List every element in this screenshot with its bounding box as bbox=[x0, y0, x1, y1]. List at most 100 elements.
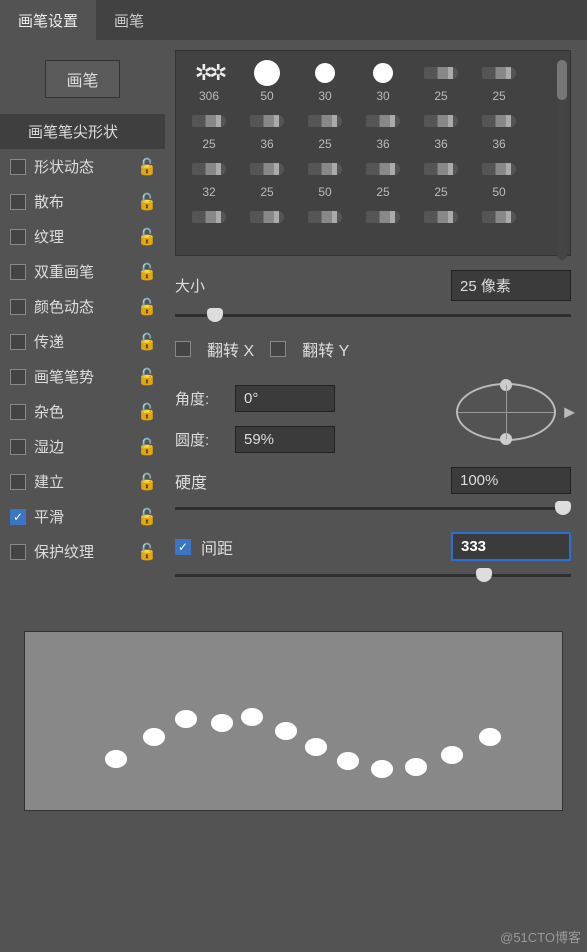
category-label: 杂色 bbox=[34, 401, 64, 422]
brush-swatch[interactable]: 25 bbox=[358, 155, 408, 199]
category-item[interactable]: 湿边 🔓 bbox=[0, 429, 165, 464]
category-item[interactable]: 散布🔓 bbox=[0, 184, 165, 219]
category-item[interactable]: 建立 🔓 bbox=[0, 464, 165, 499]
stroke-preview bbox=[24, 631, 563, 811]
category-checkbox[interactable] bbox=[10, 159, 26, 175]
category-label: 形状动态 bbox=[34, 156, 94, 177]
category-item[interactable]: 保护纹理🔓 bbox=[0, 534, 165, 569]
lock-icon[interactable]: 🔓 bbox=[137, 472, 157, 492]
category-tip-shape[interactable]: 画笔笔尖形状 bbox=[0, 114, 165, 149]
lock-icon[interactable]: 🔓 bbox=[137, 542, 157, 562]
category-label: 建立 bbox=[34, 471, 64, 492]
lock-icon[interactable]: 🔓 bbox=[137, 227, 157, 247]
category-label: 画笔笔势 bbox=[34, 366, 94, 387]
size-input[interactable]: 25 像素 bbox=[451, 270, 571, 301]
category-item[interactable]: 画笔笔势 🔓 bbox=[0, 359, 165, 394]
brush-swatch[interactable]: 30 bbox=[358, 59, 408, 103]
brush-swatch[interactable]: 36 bbox=[474, 107, 524, 151]
flip-x-checkbox[interactable] bbox=[175, 341, 191, 357]
brush-swatch[interactable]: 25 bbox=[474, 59, 524, 103]
brush-swatch[interactable]: 50 bbox=[474, 155, 524, 199]
brush-swatch[interactable]: 25 bbox=[242, 155, 292, 199]
brush-swatch[interactable]: 25 bbox=[300, 107, 350, 151]
preview-dot bbox=[241, 708, 263, 726]
category-checkbox[interactable] bbox=[10, 194, 26, 210]
size-slider[interactable] bbox=[175, 307, 571, 325]
lock-icon[interactable]: 🔓 bbox=[137, 297, 157, 317]
category-checkbox[interactable] bbox=[10, 369, 26, 385]
category-item[interactable]: 双重画笔🔓 bbox=[0, 254, 165, 289]
brush-swatch[interactable] bbox=[242, 203, 292, 247]
brush-swatch[interactable] bbox=[474, 203, 524, 247]
brush-swatch[interactable] bbox=[358, 203, 408, 247]
lock-icon[interactable]: 🔓 bbox=[137, 192, 157, 212]
preview-dot bbox=[143, 728, 165, 746]
brush-swatch[interactable] bbox=[300, 203, 350, 247]
angle-widget[interactable]: ▶ bbox=[441, 371, 571, 453]
brush-swatch[interactable]: 50 bbox=[300, 155, 350, 199]
brush-swatch[interactable]: 36 bbox=[242, 107, 292, 151]
tab-brush-settings[interactable]: 画笔设置 bbox=[0, 0, 96, 40]
brush-swatch[interactable] bbox=[184, 203, 234, 247]
category-checkbox[interactable] bbox=[10, 229, 26, 245]
category-item[interactable]: 传递 🔓 bbox=[0, 324, 165, 359]
lock-icon[interactable]: 🔓 bbox=[137, 402, 157, 422]
category-label: 纹理 bbox=[34, 226, 64, 247]
brush-swatch[interactable]: 50 bbox=[242, 59, 292, 103]
lock-icon[interactable]: 🔓 bbox=[137, 332, 157, 352]
hardness-input[interactable]: 100% bbox=[451, 467, 571, 494]
category-item[interactable]: 形状动态 🔓 bbox=[0, 149, 165, 184]
brush-swatch[interactable] bbox=[416, 203, 466, 247]
lock-icon[interactable]: 🔓 bbox=[137, 367, 157, 387]
category-checkbox[interactable] bbox=[10, 544, 26, 560]
category-label: 湿边 bbox=[34, 436, 64, 457]
spacing-checkbox[interactable] bbox=[175, 539, 191, 555]
brush-swatch[interactable]: 25 bbox=[416, 155, 466, 199]
hardness-label: 硬度 bbox=[175, 469, 207, 493]
lock-icon[interactable]: 🔓 bbox=[137, 437, 157, 457]
brush-swatch[interactable]: 25 bbox=[184, 107, 234, 151]
preview-dot bbox=[371, 760, 393, 778]
lock-icon[interactable]: 🔓 bbox=[137, 157, 157, 177]
brush-swatch[interactable]: 36 bbox=[358, 107, 408, 151]
swatch-scrollbar[interactable] bbox=[557, 60, 567, 260]
category-checkbox[interactable] bbox=[10, 299, 26, 315]
category-label: 传递 bbox=[34, 331, 64, 352]
preview-dot bbox=[211, 714, 233, 732]
preview-dot bbox=[337, 752, 359, 770]
category-checkbox[interactable] bbox=[10, 404, 26, 420]
brush-swatch[interactable]: ✲✲306 bbox=[184, 59, 234, 103]
category-item[interactable]: 平滑🔓 bbox=[0, 499, 165, 534]
arrow-right-icon: ▶ bbox=[564, 404, 575, 421]
preview-dot bbox=[405, 758, 427, 776]
category-checkbox[interactable] bbox=[10, 474, 26, 490]
angle-input[interactable]: 0° bbox=[235, 385, 335, 412]
brush-swatch[interactable]: 32 bbox=[184, 155, 234, 199]
category-checkbox[interactable] bbox=[10, 439, 26, 455]
category-checkbox[interactable] bbox=[10, 509, 26, 525]
category-checkbox[interactable] bbox=[10, 334, 26, 350]
category-item[interactable]: 纹理 🔓 bbox=[0, 219, 165, 254]
roundness-input[interactable]: 59% bbox=[235, 426, 335, 453]
category-label: 画笔笔尖形状 bbox=[28, 121, 118, 142]
flip-y-label: 翻转 Y bbox=[302, 337, 349, 361]
angle-label: 角度: bbox=[175, 388, 225, 409]
brush-swatch[interactable]: 30 bbox=[300, 59, 350, 103]
preview-dot bbox=[175, 710, 197, 728]
category-item[interactable]: 杂色 🔓 bbox=[0, 394, 165, 429]
brush-swatch[interactable]: 36 bbox=[416, 107, 466, 151]
flip-x-label: 翻转 X bbox=[207, 337, 254, 361]
preview-dot bbox=[105, 750, 127, 768]
brush-button[interactable]: 画笔 bbox=[45, 60, 119, 98]
flip-y-checkbox[interactable] bbox=[270, 341, 286, 357]
lock-icon[interactable]: 🔓 bbox=[137, 262, 157, 282]
category-item[interactable]: 颜色动态🔓 bbox=[0, 289, 165, 324]
tab-brush[interactable]: 画笔 bbox=[96, 0, 162, 40]
lock-icon[interactable]: 🔓 bbox=[137, 507, 157, 527]
hardness-slider[interactable] bbox=[175, 500, 571, 518]
spacing-slider[interactable] bbox=[175, 567, 571, 585]
brush-swatch[interactable]: 25 bbox=[416, 59, 466, 103]
category-checkbox[interactable] bbox=[10, 264, 26, 280]
spacing-input[interactable]: 333 bbox=[451, 532, 571, 561]
preview-dot bbox=[305, 738, 327, 756]
